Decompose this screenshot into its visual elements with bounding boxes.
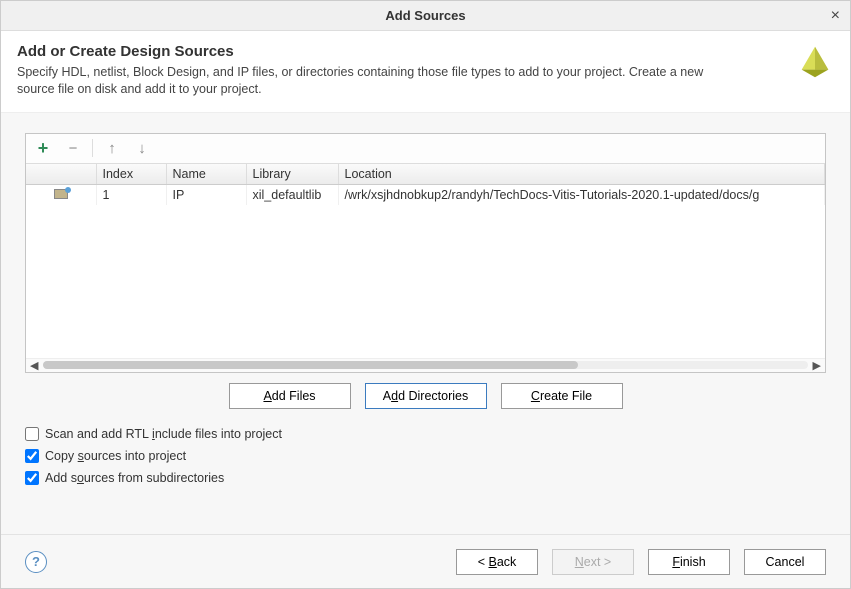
- wizard-content: + − ↑ ↓ Index Name Library Location: [1, 113, 850, 534]
- col-header-location[interactable]: Location: [338, 164, 825, 185]
- cell-library: xil_defaultlib: [246, 184, 338, 205]
- page-description: Specify HDL, netlist, Block Design, and …: [17, 64, 737, 98]
- copy-sources-label: Copy sources into project: [45, 449, 186, 463]
- add-files-button[interactable]: Add Files: [229, 383, 351, 409]
- help-icon[interactable]: ?: [25, 551, 47, 573]
- subdirs-checkbox[interactable]: Add sources from subdirectories: [25, 471, 826, 485]
- cancel-button[interactable]: Cancel: [744, 549, 826, 575]
- toolbar-separator: [92, 139, 93, 157]
- ip-icon: [54, 189, 68, 199]
- sources-table: Index Name Library Location 1 IP xil_def…: [26, 164, 825, 205]
- next-button: Next >: [552, 549, 634, 575]
- copy-sources-checkbox[interactable]: Copy sources into project: [25, 449, 826, 463]
- scan-rtl-label: Scan and add RTL include files into proj…: [45, 427, 282, 441]
- cell-index: 1: [96, 184, 166, 205]
- scan-rtl-checkbox[interactable]: Scan and add RTL include files into proj…: [25, 427, 826, 441]
- add-directories-button[interactable]: Add Directories: [365, 383, 487, 409]
- window-title: Add Sources: [385, 8, 465, 23]
- remove-icon[interactable]: −: [62, 137, 84, 159]
- horizontal-scrollbar[interactable]: ◀ ▶: [26, 358, 825, 372]
- col-header-name[interactable]: Name: [166, 164, 246, 185]
- subdirs-input[interactable]: [25, 471, 39, 485]
- vivado-logo-icon: [796, 43, 834, 81]
- close-icon[interactable]: ×: [831, 7, 840, 25]
- copy-sources-input[interactable]: [25, 449, 39, 463]
- subdirs-label: Add sources from subdirectories: [45, 471, 224, 485]
- create-file-button[interactable]: Create File: [501, 383, 623, 409]
- table-header-row: Index Name Library Location: [26, 164, 825, 185]
- move-down-icon[interactable]: ↓: [131, 137, 153, 159]
- cell-location: /wrk/xsjhdnobkup2/randyh/TechDocs-Vitis-…: [338, 184, 825, 205]
- footer-buttons: < Back Next > Finish Cancel: [456, 549, 826, 575]
- sources-panel: + − ↑ ↓ Index Name Library Location: [25, 133, 826, 373]
- cell-name: IP: [166, 184, 246, 205]
- col-header-icon[interactable]: [26, 164, 96, 185]
- scroll-right-icon[interactable]: ▶: [811, 359, 823, 372]
- page-heading: Add or Create Design Sources: [17, 43, 737, 60]
- table-row[interactable]: 1 IP xil_defaultlib /wrk/xsjhdnobkup2/ra…: [26, 184, 825, 205]
- scroll-left-icon[interactable]: ◀: [28, 359, 40, 372]
- options-checkboxes: Scan and add RTL include files into proj…: [25, 427, 826, 485]
- scroll-track[interactable]: [43, 361, 807, 369]
- move-up-icon[interactable]: ↑: [101, 137, 123, 159]
- scan-rtl-input[interactable]: [25, 427, 39, 441]
- panel-toolbar: + − ↑ ↓: [26, 134, 825, 164]
- action-button-row: Add Files Add Directories Create File: [25, 383, 826, 409]
- scroll-thumb[interactable]: [43, 361, 578, 369]
- col-header-library[interactable]: Library: [246, 164, 338, 185]
- wizard-footer: ? < Back Next > Finish Cancel: [1, 534, 850, 588]
- add-icon[interactable]: +: [32, 137, 54, 159]
- sources-table-wrap: Index Name Library Location 1 IP xil_def…: [26, 164, 825, 358]
- wizard-header: Add or Create Design Sources Specify HDL…: [1, 31, 850, 113]
- title-bar: Add Sources ×: [1, 1, 850, 31]
- back-button[interactable]: < Back: [456, 549, 538, 575]
- finish-button[interactable]: Finish: [648, 549, 730, 575]
- col-header-index[interactable]: Index: [96, 164, 166, 185]
